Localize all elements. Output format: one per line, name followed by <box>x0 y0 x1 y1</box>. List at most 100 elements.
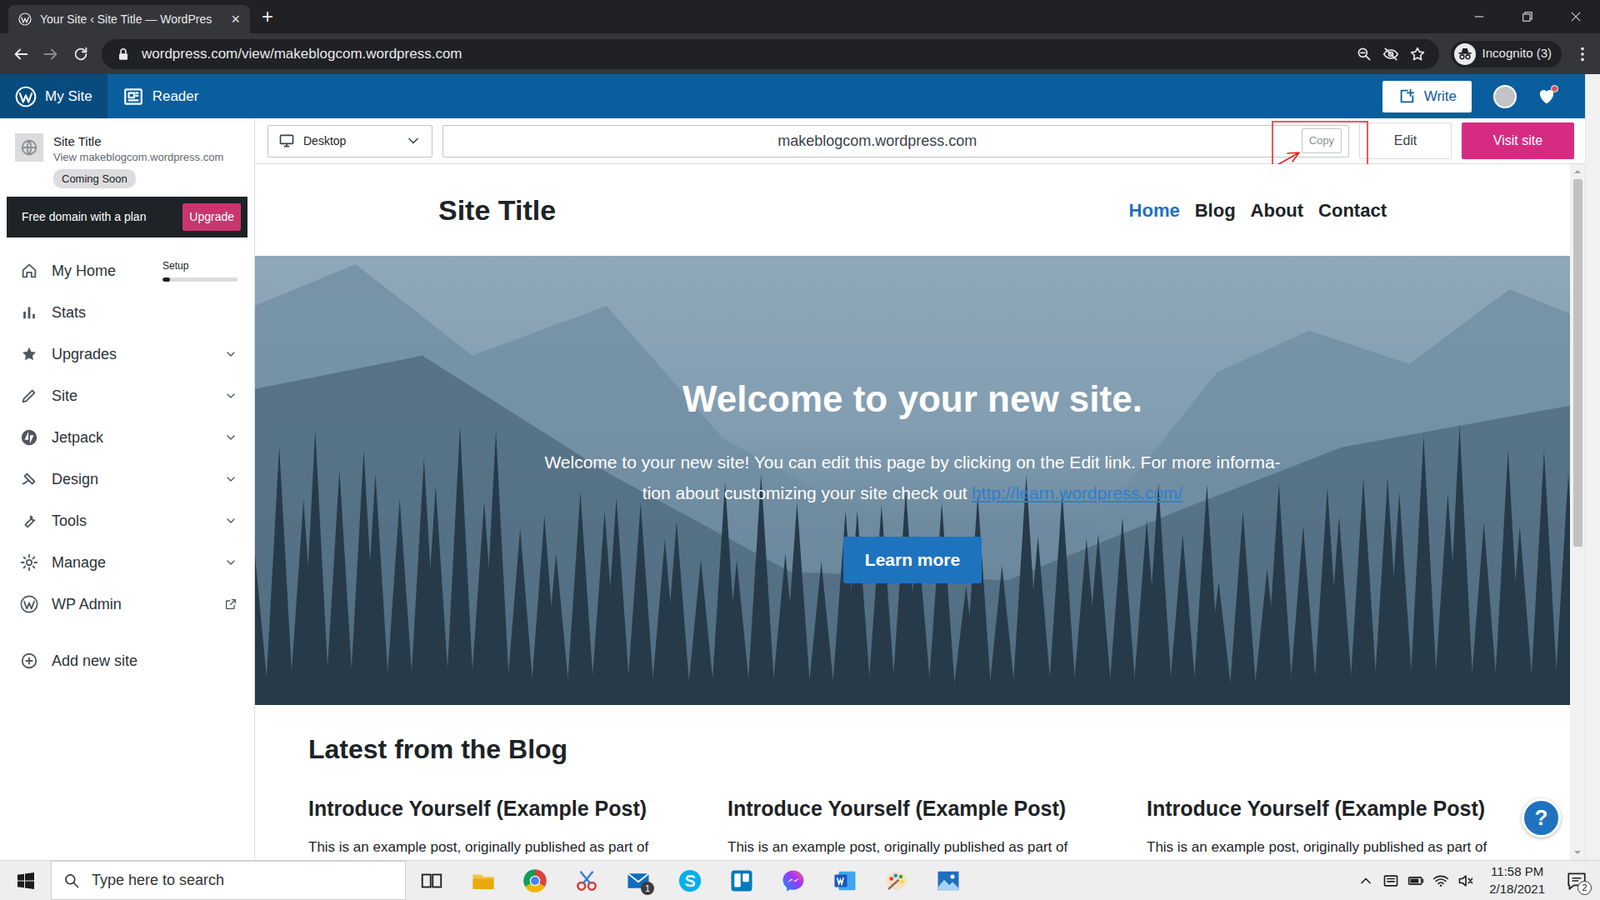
post-title[interactable]: Introduce Yourself (Example Post) <box>1146 795 1541 822</box>
edit-button[interactable]: Edit <box>1359 122 1452 160</box>
sidebar-label[interactable]: Stats <box>51 301 86 325</box>
bookmark-star-icon[interactable] <box>1409 45 1426 63</box>
nav-link[interactable]: Home <box>1129 196 1180 225</box>
chevron-icon[interactable] <box>224 430 238 445</box>
site-title[interactable]: Site Title <box>53 133 243 150</box>
post-card[interactable]: Introduce Yourself (Example Post)This is… <box>727 795 1122 859</box>
action-center-button[interactable]: 2 <box>1560 864 1594 898</box>
restore-icon[interactable] <box>1503 0 1552 34</box>
write-button[interactable]: Write <box>1382 80 1472 113</box>
site-header[interactable]: Site TitleView makeblogcom.wordpress.com… <box>0 118 255 197</box>
browser-tab[interactable]: Your Site ‹ Site Title — WordPres × <box>8 5 250 34</box>
chevron-icon[interactable] <box>224 472 238 486</box>
new-tab-button[interactable]: + <box>261 2 274 31</box>
menu-icon[interactable] <box>1573 45 1592 64</box>
battery-icon[interactable] <box>1407 872 1425 890</box>
post-title[interactable]: Introduce Yourself (Example Post) <box>727 795 1122 822</box>
taskbar-app[interactable] <box>870 860 923 900</box>
device-label[interactable]: Desktop <box>303 132 397 150</box>
tab-title[interactable]: Your Site ‹ Site Title — WordPres <box>40 10 220 29</box>
masterbar-label[interactable]: My Site <box>45 85 93 108</box>
scroll-thumb[interactable] <box>1573 179 1583 547</box>
chevron-icon[interactable] <box>224 555 238 570</box>
taskbar-app[interactable] <box>767 860 820 900</box>
notifications-button[interactable] <box>1535 84 1560 110</box>
back-icon[interactable] <box>11 45 30 64</box>
omnibox[interactable]: wordpress.com/view/makeblogcom.wordpress… <box>101 39 1440 70</box>
tab-close-button[interactable]: × <box>227 11 244 27</box>
page-scrollbar[interactable] <box>1585 74 1600 860</box>
site-title[interactable]: Site Title <box>438 189 556 232</box>
learn-more-button[interactable]: Learn more <box>843 536 982 584</box>
visit-site-button[interactable]: Visit site <box>1461 122 1575 160</box>
sidebar-label[interactable]: Manage <box>51 551 106 575</box>
post-card[interactable]: Introduce Yourself (Example Post)This is… <box>1146 795 1541 859</box>
taskbar-app[interactable] <box>664 860 716 900</box>
write-label[interactable]: Write <box>1424 85 1457 108</box>
sidebar-item[interactable]: Jetpack <box>0 416 255 459</box>
sidebar-item[interactable]: Design <box>0 458 255 500</box>
sidebar-label[interactable]: WP Admin <box>51 593 122 616</box>
nav-link[interactable]: Contact <box>1318 196 1387 225</box>
sidebar-label[interactable]: Design <box>51 468 99 491</box>
chevron-icon[interactable] <box>224 389 238 403</box>
tracking-blocked-icon[interactable] <box>1382 45 1400 63</box>
scroll-up-icon[interactable] <box>1573 167 1582 176</box>
masterbar-label[interactable]: Reader <box>152 85 200 108</box>
sidebar-label[interactable]: Site <box>51 385 78 408</box>
volume-muted-icon[interactable] <box>1457 872 1475 890</box>
taskbar-app[interactable] <box>819 860 871 900</box>
masterbar-item[interactable]: Reader <box>107 74 215 119</box>
windows-start-icon[interactable] <box>0 860 51 900</box>
reload-icon[interactable] <box>71 45 90 64</box>
sidebar-item[interactable]: WP Admin <box>0 583 255 625</box>
wifi-icon[interactable] <box>1432 872 1450 890</box>
forward-icon[interactable] <box>41 45 60 64</box>
nav-link[interactable]: About <box>1250 196 1305 225</box>
search-placeholder[interactable]: Type here to search <box>91 869 225 892</box>
sidebar-item[interactable]: Tools <box>0 500 255 542</box>
chevron-icon[interactable] <box>224 347 238 361</box>
taskbar-app[interactable] <box>922 860 975 900</box>
post-title[interactable]: Introduce Yourself (Example Post) <box>308 795 703 822</box>
taskbar-app[interactable] <box>715 860 768 900</box>
masterbar-item[interactable]: My Site <box>0 74 108 119</box>
avatar[interactable] <box>1493 85 1517 109</box>
show-hidden-icons-icon[interactable] <box>1357 872 1375 890</box>
address-text[interactable]: wordpress.com/view/makeblogcom.wordpress… <box>141 43 1346 65</box>
taskbar-app[interactable] <box>509 860 561 900</box>
clock[interactable]: 11:58 PM2/18/2021 <box>1482 863 1552 898</box>
learn-link[interactable]: http://learn.wordpress.com/ <box>971 483 1183 503</box>
taskbar-app[interactable] <box>405 860 458 900</box>
chevron-icon[interactable] <box>224 514 238 528</box>
sidebar-label[interactable]: Add new site <box>51 650 138 673</box>
sidebar-item[interactable]: Site <box>0 375 255 417</box>
upgrade-button[interactable]: Upgrade <box>182 203 241 231</box>
minimize-icon[interactable] <box>1455 0 1504 34</box>
sidebar-item[interactable]: Upgrades <box>0 333 255 375</box>
keyboard-icon[interactable] <box>1382 872 1400 890</box>
profile-button[interactable]: Incognito (3) <box>1450 40 1562 68</box>
copy-button[interactable]: Copy <box>1301 128 1342 154</box>
sidebar-label[interactable]: Jetpack <box>51 426 104 450</box>
close-icon[interactable] <box>1551 0 1600 34</box>
taskbar-search[interactable]: Type here to search <box>50 860 406 900</box>
taskbar-app[interactable]: 1 <box>612 860 665 900</box>
help-button[interactable]: ? <box>1521 798 1561 838</box>
sidebar-label[interactable]: My Home <box>51 260 116 283</box>
preview-scrollbar[interactable] <box>1570 164 1585 860</box>
taskbar-app[interactable] <box>560 860 613 900</box>
site-url[interactable]: View makeblogcom.wordpress.com <box>53 150 243 165</box>
sidebar-item[interactable]: My HomeSetup <box>0 250 255 292</box>
nav-link[interactable]: Blog <box>1195 196 1236 225</box>
sidebar-item[interactable]: Manage <box>0 541 255 584</box>
post-card[interactable]: Introduce Yourself (Example Post)This is… <box>308 795 703 859</box>
device-select[interactable]: Desktop <box>267 125 433 158</box>
taskbar-app[interactable] <box>457 860 510 900</box>
sidebar-item[interactable]: Stats <box>0 291 255 334</box>
preview-url[interactable]: makeblogcom.wordpress.com <box>453 130 1302 153</box>
zoom-icon[interactable] <box>1355 45 1373 63</box>
scroll-down-icon[interactable] <box>1573 848 1582 857</box>
sidebar-item[interactable]: Add new site <box>0 640 255 682</box>
sidebar-label[interactable]: Tools <box>51 510 87 533</box>
